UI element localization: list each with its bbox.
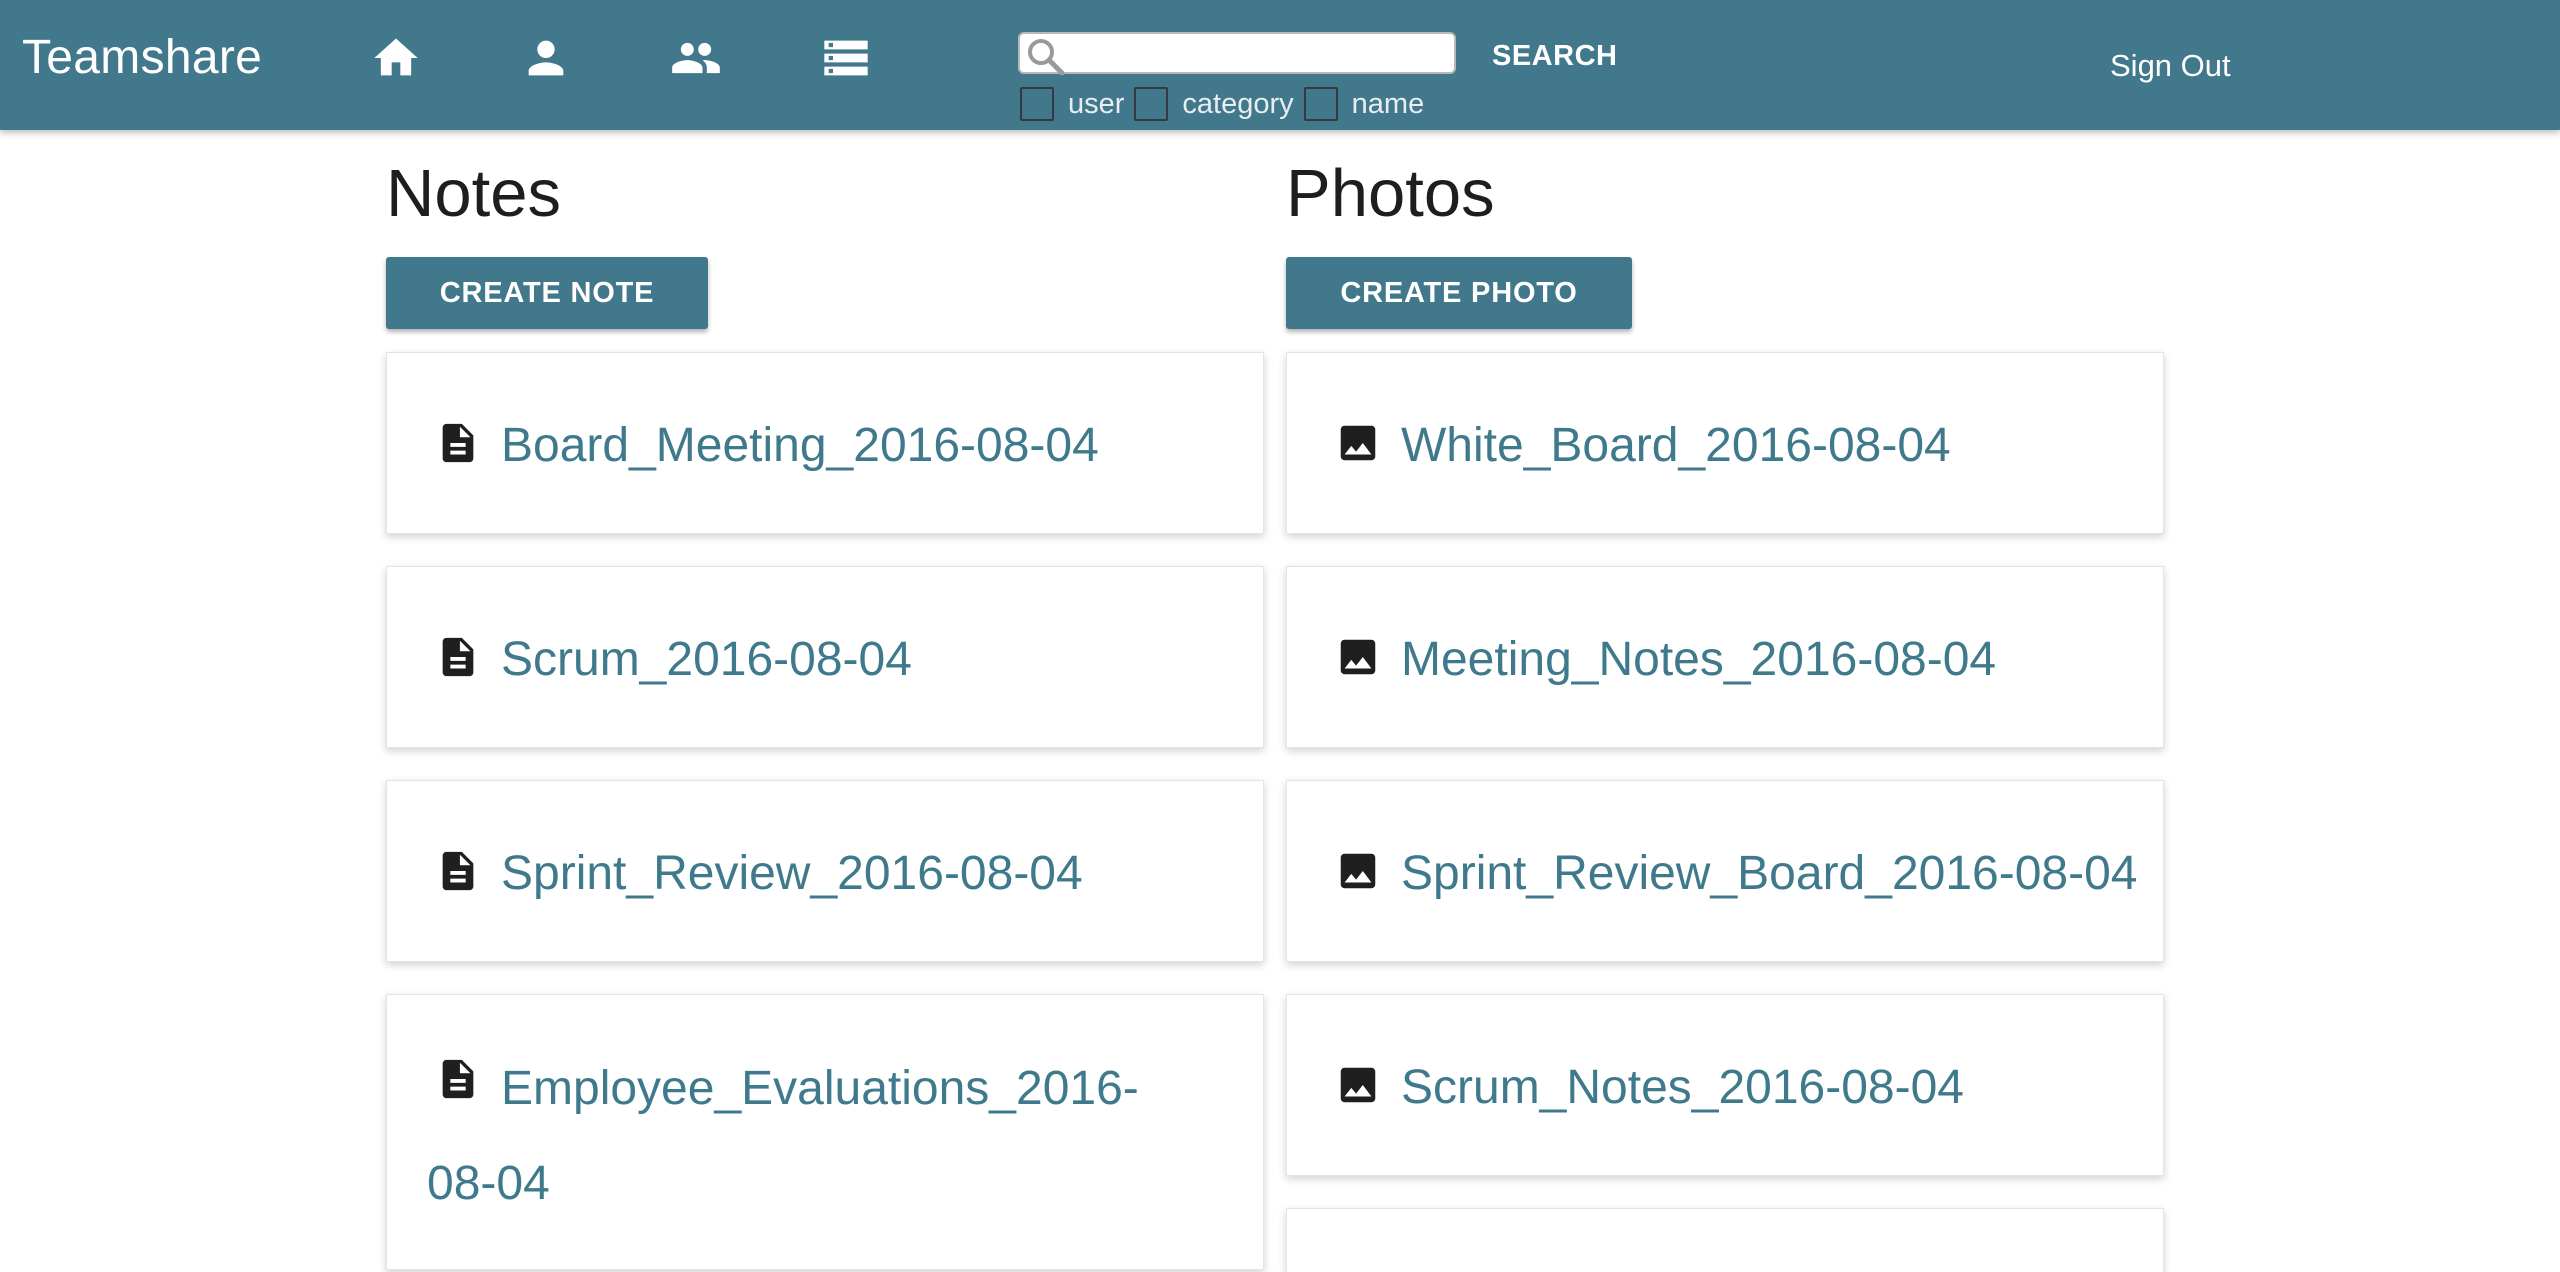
photo-card[interactable]: Sprint_Review_Board_2016-08-04 — [1286, 780, 2164, 962]
note-link[interactable]: Board_Meeting_2016-08-04 — [501, 417, 1099, 475]
filter-name[interactable]: name — [1303, 87, 1425, 121]
create-photo-button[interactable]: CREATE PHOTO — [1286, 257, 1632, 329]
filter-user-checkbox[interactable] — [1020, 87, 1054, 121]
note-link[interactable]: Scrum_2016-08-04 — [501, 631, 912, 689]
image-icon — [1335, 631, 1381, 683]
note-link[interactable]: Employee_Evaluations_2016-08-04 — [427, 1041, 1167, 1231]
home-icon[interactable] — [366, 32, 426, 84]
image-icon — [1335, 1059, 1381, 1111]
filter-name-label: name — [1351, 87, 1425, 120]
note-card[interactable]: Employee_Evaluations_2016-08-04 — [386, 994, 1264, 1270]
document-icon — [435, 845, 481, 897]
photos-column: Photos CREATE PHOTO — [1286, 160, 1632, 329]
filter-user[interactable]: user — [1020, 87, 1124, 121]
people-icon[interactable] — [666, 32, 726, 84]
sign-out-link[interactable]: Sign Out — [2110, 48, 2231, 84]
note-card[interactable]: Board_Meeting_2016-08-04 — [386, 352, 1264, 534]
note-card[interactable]: Scrum_2016-08-04 — [386, 566, 1264, 748]
note-link[interactable]: Sprint_Review_2016-08-04 — [501, 845, 1083, 903]
brand-logo[interactable]: Teamshare — [22, 30, 262, 85]
photo-link[interactable]: Meeting_Notes_2016-08-04 — [1401, 631, 1996, 689]
note-card[interactable]: Sprint_Review_2016-08-04 — [386, 780, 1264, 962]
notes-column: Notes CREATE NOTE — [386, 160, 708, 329]
photo-card-partial[interactable] — [1286, 1208, 2164, 1272]
filter-category-checkbox[interactable] — [1134, 87, 1169, 121]
search-box — [1018, 32, 1456, 76]
photo-card[interactable]: White_Board_2016-08-04 — [1286, 352, 2164, 534]
search-button[interactable]: SEARCH — [1492, 40, 1617, 73]
photos-heading: Photos — [1286, 156, 1495, 231]
filter-name-checkbox[interactable] — [1303, 87, 1338, 121]
filter-category-label: category — [1182, 87, 1294, 120]
image-icon — [1335, 417, 1381, 469]
photo-link[interactable]: White_Board_2016-08-04 — [1401, 417, 1951, 475]
document-icon — [435, 631, 481, 683]
search-icon — [1024, 36, 1068, 78]
notes-heading: Notes — [386, 156, 562, 231]
photo-link[interactable]: Sprint_Review_Board_2016-08-04 — [1401, 845, 2137, 903]
photo-link[interactable]: Scrum_Notes_2016-08-04 — [1401, 1059, 1964, 1117]
create-note-button[interactable]: CREATE NOTE — [386, 257, 708, 329]
top-navbar: Teamshare SEARCH user category name Sign… — [0, 0, 2560, 130]
photo-card[interactable]: Scrum_Notes_2016-08-04 — [1286, 994, 2164, 1176]
document-icon — [435, 417, 481, 469]
list-icon[interactable] — [816, 32, 876, 84]
person-icon[interactable] — [516, 32, 576, 84]
image-icon — [1335, 845, 1381, 897]
search-input[interactable] — [1068, 36, 1448, 70]
search-filters: user category name — [1020, 86, 1434, 122]
filter-category[interactable]: category — [1134, 87, 1294, 121]
filter-user-label: user — [1068, 87, 1125, 120]
photo-card[interactable]: Meeting_Notes_2016-08-04 — [1286, 566, 2164, 748]
